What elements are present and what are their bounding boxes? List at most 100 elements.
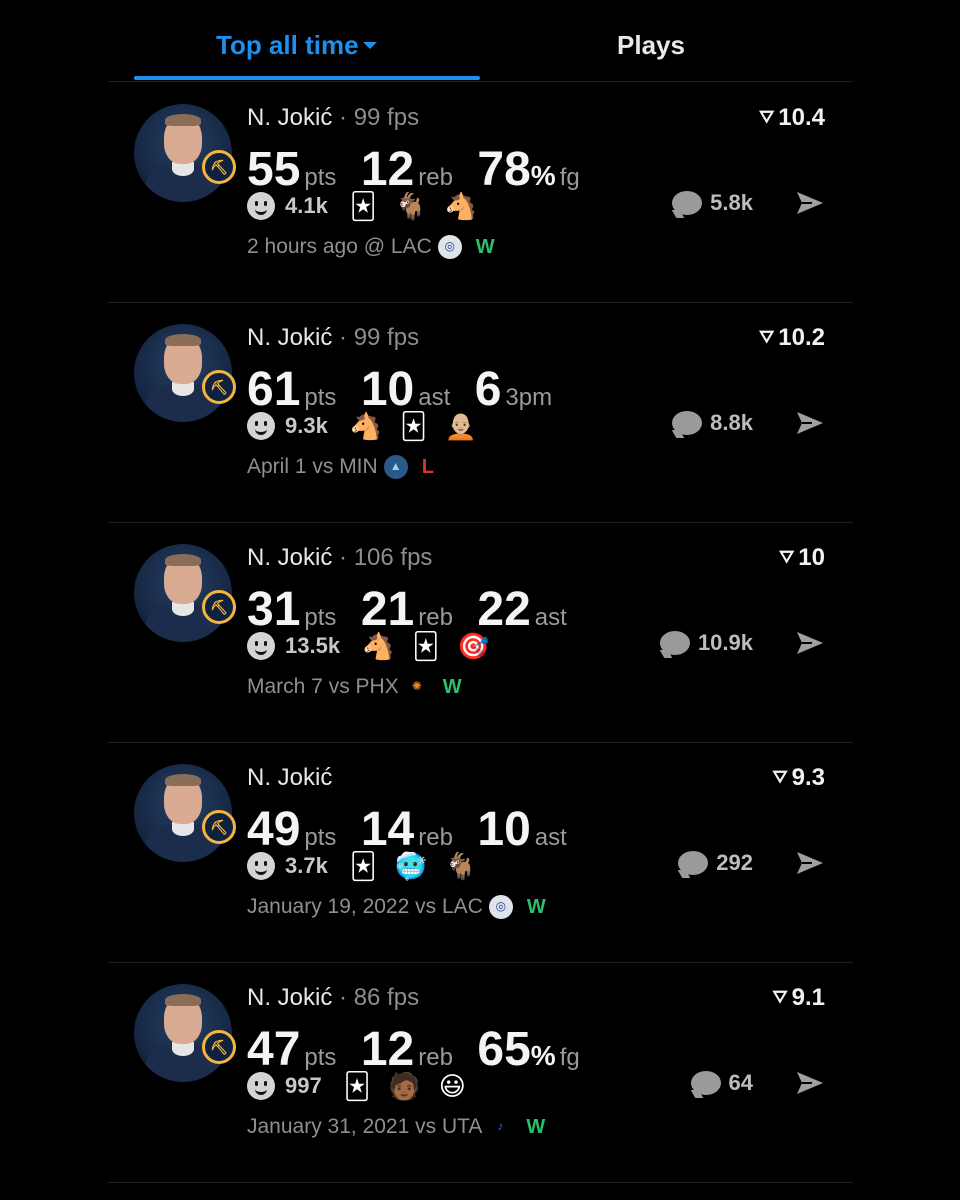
- reaction-emoji[interactable]: 🃏: [350, 193, 377, 219]
- reaction-count: 4.1k: [285, 193, 328, 218]
- play-rating: ⛛ 10: [779, 544, 825, 572]
- reaction-count: 9.3k: [285, 413, 328, 438]
- opponent-logo-icon: ▲: [383, 455, 408, 479]
- share-send-icon[interactable]: [795, 410, 825, 436]
- player-name: N. Jokić: [247, 544, 333, 571]
- play-rating: ⛛ 9.1: [773, 984, 826, 1012]
- reaction-emoji[interactable]: 🥶: [394, 853, 426, 879]
- reaction-emoji[interactable]: 🃏: [412, 633, 439, 659]
- tab-plays[interactable]: Plays: [617, 30, 685, 61]
- opponent-logo-icon: ✺: [411, 679, 422, 693]
- play-card[interactable]: ⛏ N. Jokić · 86 fps ⛛ 9.1 47 pts 12 reb 65%…: [108, 962, 853, 1183]
- game-result: W: [526, 895, 546, 918]
- reaction-emoji[interactable]: 🃏: [400, 413, 427, 439]
- stat-unit: 3pm: [505, 384, 553, 411]
- player-name-line[interactable]: N. Jokić · 86 fps: [247, 984, 419, 1012]
- comment-count[interactable]: 10.9k: [698, 630, 753, 656]
- player-name-line[interactable]: N. Jokić · 106 fps: [247, 544, 432, 572]
- player-name: N. Jokić: [247, 764, 333, 791]
- stat-1: 61 pts: [247, 362, 336, 417]
- stat-3: 65% fg: [477, 1022, 579, 1077]
- comment-bubble-icon[interactable]: [678, 851, 709, 875]
- share-send-icon[interactable]: [795, 850, 825, 876]
- stat-unit: ast: [418, 384, 451, 411]
- stat-1: 49 pts: [247, 802, 336, 857]
- stat-unit: pts: [304, 384, 337, 411]
- add-reaction-icon[interactable]: [247, 192, 275, 220]
- add-reaction-icon[interactable]: [247, 852, 275, 880]
- reaction-emoji[interactable]: 🐐: [394, 193, 426, 219]
- game-result: L: [421, 455, 434, 478]
- rating-icon: ⛛: [772, 767, 788, 787]
- player-name-line[interactable]: N. Jokić: [247, 764, 332, 792]
- game-meta: 2 hours ago @ LAC ◎ W: [247, 235, 495, 259]
- stat-unit: pts: [304, 1044, 337, 1071]
- opponent-logo-icon: ♪: [497, 1119, 504, 1133]
- stat-value: 14: [360, 803, 415, 856]
- game-result: W: [442, 675, 462, 698]
- comment-bubble-icon[interactable]: [672, 411, 703, 435]
- comment-count[interactable]: 64: [729, 1070, 753, 1096]
- play-rating: ⛛ 10.2: [759, 324, 825, 352]
- comments-row: 8.8k: [672, 410, 825, 436]
- reaction-emoji[interactable]: 🧑🏾: [388, 1073, 420, 1099]
- nuggets-logo-icon: ⛏: [202, 590, 236, 624]
- share-send-icon[interactable]: [795, 190, 825, 216]
- stat-2: 14 reb: [361, 802, 453, 857]
- player-name-line[interactable]: N. Jokić · 99 fps: [247, 104, 419, 132]
- rating-icon: ⛛: [779, 547, 795, 567]
- share-send-icon[interactable]: [795, 1070, 825, 1096]
- share-send-icon[interactable]: [795, 630, 825, 656]
- add-reaction-icon[interactable]: [247, 412, 275, 440]
- fps-label: · 106 fps: [332, 544, 433, 571]
- player-name: N. Jokić: [247, 984, 333, 1011]
- stat-value: 47: [247, 1023, 301, 1076]
- game-result: W: [475, 235, 495, 258]
- comment-bubble-icon[interactable]: [672, 191, 703, 215]
- reactions-row: 4.1k 🃏 🐐 🐴: [247, 190, 495, 222]
- comment-bubble-icon[interactable]: [659, 631, 690, 655]
- reaction-emoji[interactable]: 🧑🏼‍🦲: [445, 413, 477, 439]
- reaction-emoji[interactable]: 🎯: [457, 633, 489, 659]
- add-reaction-icon[interactable]: [247, 1072, 275, 1100]
- game-meta: January 19, 2022 vs LAC ◎ W: [247, 895, 546, 919]
- tab-top-all-time[interactable]: Top all time: [216, 30, 377, 61]
- comment-count[interactable]: 8.8k: [710, 410, 753, 436]
- stat-value: 12: [360, 1023, 415, 1076]
- stat-value: 21: [360, 583, 415, 636]
- comment-bubble-icon[interactable]: [690, 1071, 721, 1095]
- comment-count[interactable]: 5.8k: [710, 190, 753, 216]
- game-meta: March 7 vs PHX ✺ W: [247, 675, 462, 699]
- play-card[interactable]: ⛏ N. Jokić ⛛ 9.3 49 pts 14 reb 10 ast 3.7k 🃏…: [108, 742, 853, 963]
- reaction-emoji[interactable]: 🐴: [350, 413, 382, 439]
- player-name-line[interactable]: N. Jokić · 99 fps: [247, 324, 419, 352]
- play-card[interactable]: ⛏ N. Jokić · 106 fps ⛛ 10 31 pts 21 reb 22 a…: [108, 522, 853, 743]
- reaction-emoji[interactable]: 🐐: [445, 853, 477, 879]
- reaction-emoji[interactable]: 🐴: [445, 193, 477, 219]
- add-reaction-icon[interactable]: [247, 632, 275, 660]
- comments-row: 64: [690, 1070, 825, 1096]
- chevron-down-icon: [362, 42, 377, 49]
- stat-value: 49: [247, 803, 301, 856]
- stat-unit: pts: [304, 824, 337, 851]
- rating-value: 10.2: [778, 324, 825, 351]
- fps-label: · 99 fps: [332, 324, 420, 351]
- comment-count[interactable]: 292: [716, 850, 753, 876]
- reaction-emoji[interactable]: 🃏: [350, 853, 377, 879]
- stat-2: 21 reb: [361, 582, 453, 637]
- nuggets-logo-icon: ⛏: [202, 150, 236, 184]
- game-time: January 19, 2022 vs LAC: [247, 895, 483, 918]
- rating-value: 10.4: [778, 104, 825, 131]
- opponent-logo-icon: ◎: [437, 235, 462, 259]
- reaction-emoji[interactable]: 🐴: [362, 633, 394, 659]
- nuggets-logo-icon: ⛏: [202, 370, 236, 404]
- fps-label: · 99 fps: [332, 104, 420, 131]
- reaction-emoji[interactable]: 😃: [439, 1073, 466, 1099]
- stat-percent: %: [530, 1040, 556, 1071]
- stat-value: 10: [477, 803, 531, 856]
- stat-1: 55 pts: [247, 142, 336, 197]
- play-card[interactable]: ⛏ N. Jokić · 99 fps ⛛ 10.2 61 pts 10 ast 63…: [108, 302, 853, 523]
- play-card[interactable]: ⛏ N. Jokić · 99 fps ⛛ 10.4 55 pts 12 reb 78…: [108, 82, 853, 303]
- reaction-emoji[interactable]: 🃏: [344, 1073, 371, 1099]
- stat-unit: ast: [534, 824, 567, 851]
